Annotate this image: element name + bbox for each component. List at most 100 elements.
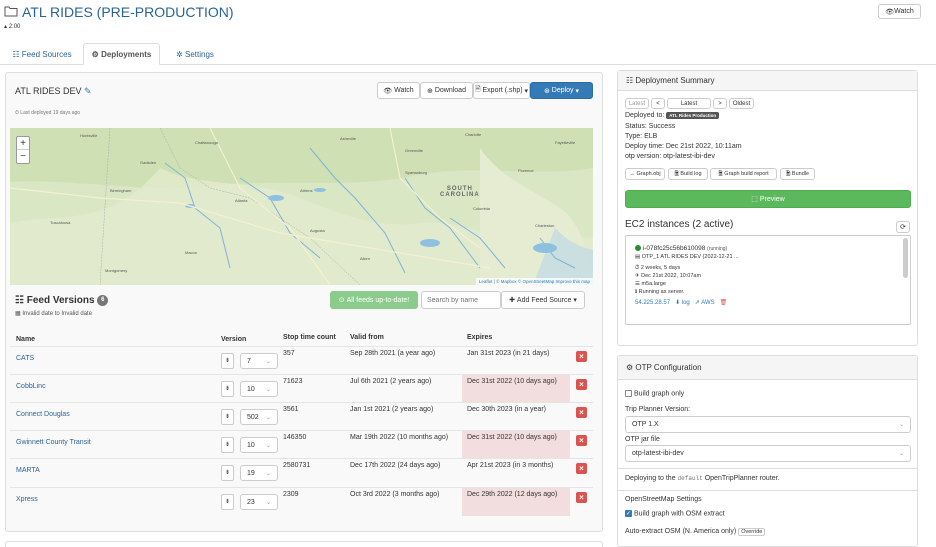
expires: Apr 21st 2023 (in 3 months): [467, 462, 554, 469]
tab-deployments[interactable]: ⚙ Deployments: [83, 43, 160, 65]
valid-from: Dec 17th 2022 (24 days ago): [350, 462, 441, 469]
add-feed-source-button[interactable]: ✚ Add Feed Source ▾: [501, 291, 585, 309]
feed-name-link[interactable]: CATS: [16, 355, 34, 362]
remove-feed-button[interactable]: ×: [576, 463, 587, 474]
pin-version-button[interactable]: ⇟: [221, 409, 234, 425]
stop-time-count: 2580731: [283, 462, 311, 469]
page-title: ATL RIDES (PRE-PRODUCTION): [22, 4, 234, 20]
version-select[interactable]: 10 ⌄: [240, 381, 278, 397]
graph-build-report-button[interactable]: 🗎 Graph build report: [710, 168, 777, 180]
deployed-to-badge: ATL Rides Production: [666, 112, 720, 119]
col-version: Version: [221, 336, 247, 343]
feed-versions-subtitle: ▦ Invalid date to Invalid date: [15, 311, 93, 317]
deployment-type: Type: ELB: [625, 133, 658, 140]
bundle-button[interactable]: 🗎 Bundle: [780, 168, 815, 180]
auto-extract-text: Auto-extract OSM (N. America only) Overr…: [625, 528, 766, 536]
otp-jar-label: OTP jar file: [625, 436, 660, 443]
prev-deployment-button[interactable]: <: [651, 98, 665, 109]
valid-from: Mar 19th 2022 (10 months ago): [350, 434, 449, 441]
instance-log-link[interactable]: ⬇ log: [675, 300, 690, 306]
state-label: SOUTH CAROLINA: [440, 186, 480, 198]
instance-name: ▤ OTP_1 ATL RIDES DEV (2022-12-21 ...: [635, 254, 739, 260]
version-select[interactable]: 10 ⌄: [240, 437, 278, 453]
stop-time-count: 357: [283, 350, 295, 357]
otp-version: otp version: otp-latest-ibi-dev: [625, 153, 715, 160]
edit-pencil-icon[interactable]: ✎: [84, 86, 92, 96]
oldest-button[interactable]: Oldest: [729, 98, 754, 109]
col-expires: Expires: [467, 334, 493, 341]
table-row: CATS ⇟ 7 ⌄ 357 Sep 28th 2021 (a year ago) Jan …: [10, 346, 593, 374]
version-select[interactable]: 7 ⌄: [240, 353, 278, 369]
instance-links: 54.225.28.57 ⬇ log ⇗ AWS 🗑: [635, 299, 727, 306]
override-button[interactable]: Override: [738, 528, 766, 536]
preview-button[interactable]: ⬚ Preview: [625, 190, 911, 208]
version-select[interactable]: 23 ⌄: [240, 494, 278, 510]
trip-planner-select[interactable]: OTP 1.X ⌄: [625, 416, 911, 433]
feed-name-link[interactable]: Gwinnett County Transit: [16, 439, 91, 446]
remove-feed-button[interactable]: ×: [576, 435, 587, 446]
scrollbar[interactable]: [903, 238, 908, 278]
all-feeds-up-to-date-button[interactable]: ⊙ All feeds up-to-date!: [330, 291, 418, 309]
valid-from: Jul 6th 2021 (2 years ago): [350, 378, 432, 385]
expires: Dec 31st 2022 (10 days ago): [467, 434, 557, 441]
graph-obj-button[interactable]: ↔ Graph.obj: [625, 168, 665, 180]
running-status-dot: [635, 245, 641, 252]
build-graph-only-checkbox[interactable]: Build graph only: [625, 390, 684, 397]
table-row: Gwinnett County Transit ⇟ 10 ⌄ 146350 Mar 19t…: [10, 430, 593, 459]
deploying-to-text: Deploying to the default OpenTripPlanner…: [625, 475, 780, 482]
col-name: Name: [16, 336, 36, 343]
pin-version-button[interactable]: ⇟: [221, 353, 234, 369]
instance-ip-link[interactable]: 54.225.28.57: [635, 300, 670, 306]
version-select[interactable]: 502 ⌄: [240, 409, 278, 425]
zoom-in-button[interactable]: +: [17, 137, 29, 150]
pin-version-button[interactable]: ⇟: [221, 494, 234, 510]
feed-name-link[interactable]: Xpress: [16, 496, 38, 503]
zoom-out-button[interactable]: −: [17, 150, 29, 163]
folder-icon: [4, 6, 18, 17]
remove-feed-button[interactable]: ×: [576, 351, 587, 362]
latest-button-disabled[interactable]: Latest: [625, 98, 649, 109]
tab-feed-sources[interactable]: ☷ Feed Sources: [6, 44, 78, 64]
pin-version-button[interactable]: ⇟: [221, 437, 234, 453]
terminate-instance-icon[interactable]: 🗑: [720, 300, 728, 306]
map[interactable]: Huntsville Chattanooga Asheville Charlot…: [10, 128, 593, 285]
map-attribution[interactable]: Leaflet | © Mapbox © OpenStreetMap Impro…: [475, 278, 593, 285]
tab-settings[interactable]: ✲ Settings: [165, 44, 225, 64]
pin-version-button[interactable]: ⇟: [221, 465, 234, 481]
deployed-to: Deployed to: ATL Rides Production: [625, 112, 720, 119]
trip-planner-label: Trip Planner Version:: [625, 406, 691, 413]
feed-name-link[interactable]: CobbLinc: [16, 383, 46, 390]
feed-name-link[interactable]: MARTA: [16, 467, 40, 474]
feed-count-badge: 6: [97, 295, 109, 306]
build-with-osm-checkbox[interactable]: ✓ Build graph with OSM extract: [625, 510, 725, 517]
feed-name-link[interactable]: Connect Douglas: [16, 411, 70, 418]
deployment-watch-button[interactable]: 👁 Watch: [377, 82, 420, 99]
stop-time-count: 3561: [283, 406, 299, 413]
export-button[interactable]: 🗎 Export (.shp) ▾: [473, 82, 530, 99]
pin-version-button[interactable]: ⇟: [221, 381, 234, 397]
stop-time-count: 2309: [283, 491, 299, 498]
download-button[interactable]: ⊕ Download: [420, 82, 473, 99]
deploy-time: Deploy time: Dec 21st 2022, 10:11am: [625, 143, 742, 150]
instance-launched: ✈ Dec 21st 2022, 10:07am: [635, 273, 702, 279]
table-row: CobbLinc ⇟ 10 ⌄ 71623 Jul 6th 2021 (2 years a…: [10, 374, 593, 403]
build-log-button[interactable]: 🗎 Build log: [668, 168, 708, 180]
deploy-button[interactable]: ⊛ Deploy ▾: [530, 82, 593, 99]
expires: Dec 29th 2022 (12 days ago): [467, 491, 558, 498]
remove-feed-button[interactable]: ×: [576, 492, 587, 503]
table-row: Xpress ⇟ 23 ⌄ 2309 Oct 3rd 2022 (3 months ago…: [10, 487, 593, 516]
feed-search-input[interactable]: [421, 291, 501, 309]
next-deployment-button[interactable]: >: [713, 98, 727, 109]
version-select[interactable]: 19 ⌄: [240, 465, 278, 481]
remove-feed-button[interactable]: ×: [576, 379, 587, 390]
otp-jar-select[interactable]: otp-latest-ibi-dev ⌄: [625, 445, 911, 462]
instance-id: i-078fc25c56b610098 (running): [635, 245, 727, 252]
header-subline: ▴ 2:00: [4, 24, 21, 30]
refresh-ec2-button[interactable]: ⟳: [896, 221, 910, 233]
instance-aws-link[interactable]: ⇗ AWS: [695, 300, 715, 306]
project-watch-button[interactable]: 👁 Watch: [878, 4, 921, 19]
expires: Jan 31st 2023 (in 21 days): [467, 350, 550, 357]
last-deployed: ⏱ Last deployed 19 days ago: [15, 110, 81, 116]
feed-versions-title: ☷ Feed Versions 6: [15, 295, 109, 306]
remove-feed-button[interactable]: ×: [576, 407, 587, 418]
